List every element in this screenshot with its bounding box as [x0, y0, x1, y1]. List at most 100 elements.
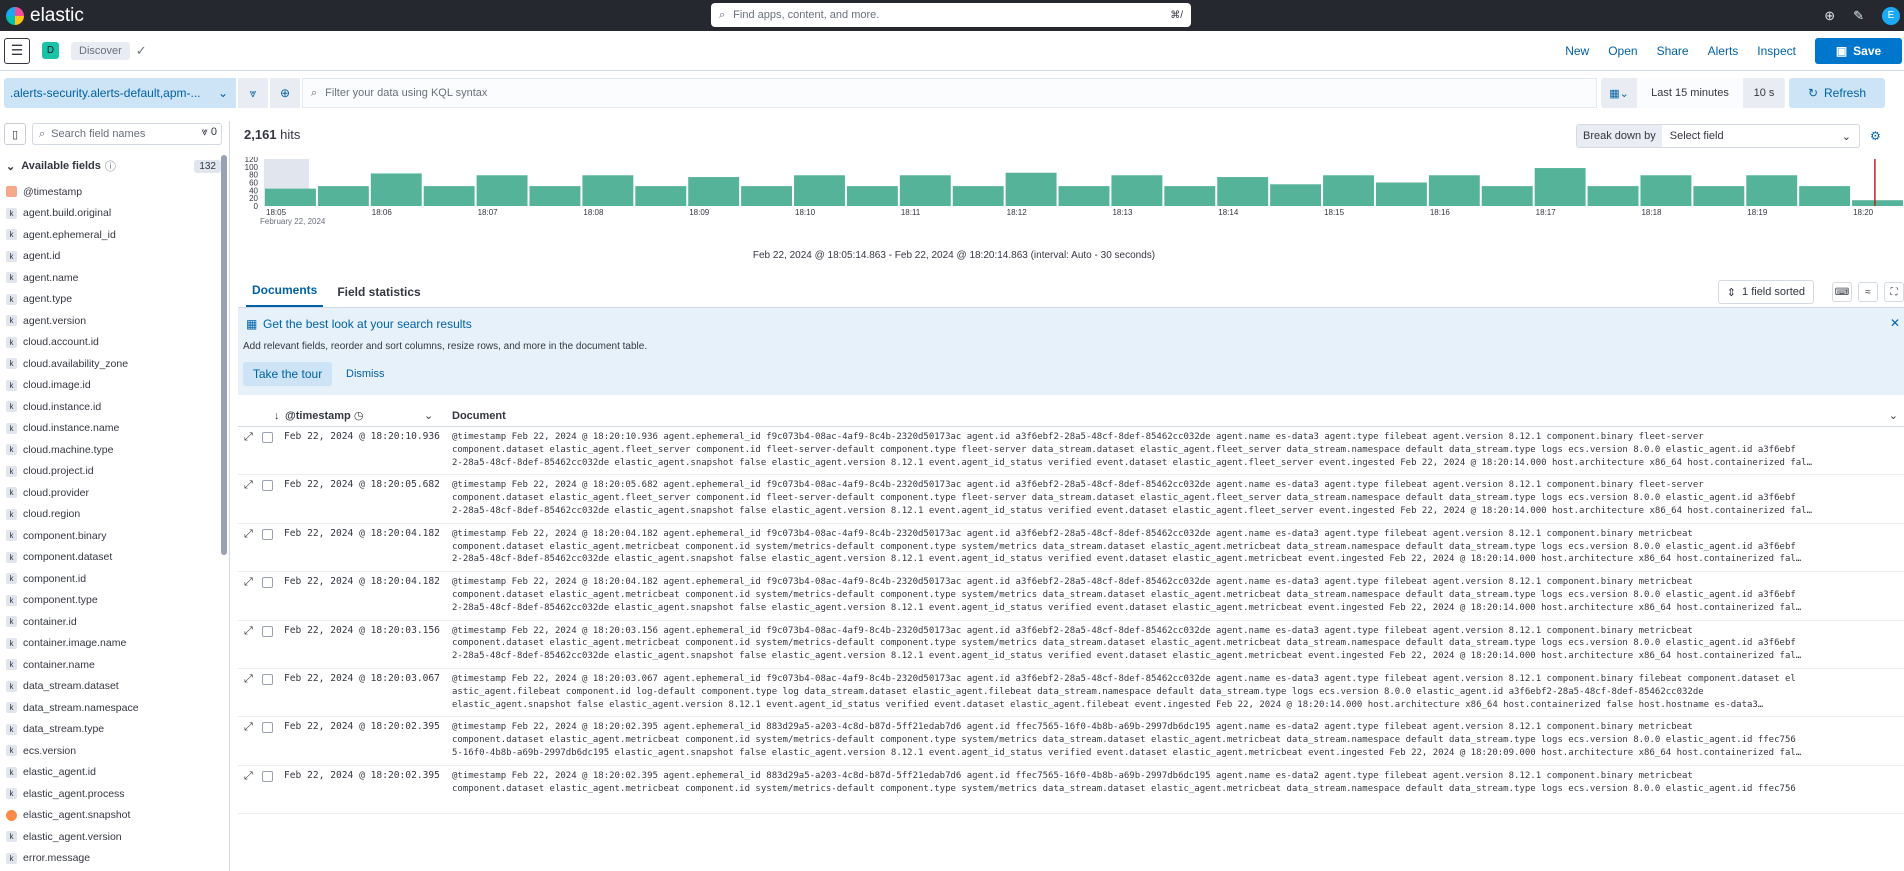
table-row[interactable]: ⤢ Feb 22, 2024 @ 18:20:03.156 @timestamp F…	[238, 621, 1904, 669]
expand-icon[interactable]: ⤢	[244, 528, 253, 541]
histogram-bar[interactable]	[846, 186, 898, 206]
field-item[interactable]: k cloud.machine.type	[0, 439, 229, 461]
histogram-bar[interactable]	[1217, 177, 1269, 206]
field-filter-button[interactable]: ⩔ 0	[202, 126, 217, 139]
sort-desc-icon[interactable]: ↓	[274, 410, 280, 422]
field-item[interactable]: k data_stream.namespace	[0, 697, 229, 719]
table-row[interactable]: ⤢ Feb 22, 2024 @ 18:20:03.067 @timestamp F…	[238, 669, 1904, 718]
histogram-bar[interactable]	[741, 186, 793, 206]
inspect-link[interactable]: Inspect	[1757, 44, 1796, 58]
user-avatar[interactable]: E	[1882, 6, 1900, 25]
histogram-bar[interactable]	[476, 175, 528, 206]
column-header-document[interactable]: Document	[452, 410, 506, 422]
field-item[interactable]: k cloud.project.id	[0, 461, 229, 483]
histogram-bar[interactable]	[582, 175, 634, 206]
field-item[interactable]: k cloud.availability_zone	[0, 353, 229, 375]
elastic-logo[interactable]: elastic	[6, 5, 84, 27]
menu-toggle-button[interactable]: ☰	[4, 37, 30, 64]
sort-fields-button[interactable]: ⇕ 1 field sorted	[1717, 280, 1814, 304]
histogram-bar[interactable]	[317, 186, 369, 206]
chevron-down-icon[interactable]: ⌄	[1889, 409, 1898, 422]
time-picker[interactable]: ▦⌄ Last 15 minutes 10 s	[1601, 78, 1785, 108]
expand-icon[interactable]: ⤢	[244, 625, 253, 638]
histogram-bar[interactable]	[370, 173, 422, 206]
field-item[interactable]: k data_stream.dataset	[0, 676, 229, 698]
space-avatar[interactable]: D	[42, 42, 59, 59]
alerts-link[interactable]: Alerts	[1708, 44, 1739, 58]
histogram-bar[interactable]	[1693, 186, 1745, 206]
tab-documents[interactable]: Documents	[246, 283, 324, 307]
table-row[interactable]: ⤢ Feb 22, 2024 @ 18:20:02.395 @timestamp F…	[238, 766, 1904, 815]
field-search-input[interactable]: ⌕ Search field names ⩔ 0	[32, 123, 222, 145]
calendar-icon[interactable]: ▦⌄	[1601, 87, 1637, 100]
add-filter-button[interactable]: ⊕	[270, 78, 300, 108]
filter-menu-button[interactable]: ⩔	[238, 78, 268, 108]
refresh-interval[interactable]: 10 s	[1743, 87, 1785, 99]
field-item[interactable]: k cloud.instance.name	[0, 418, 229, 440]
field-item[interactable]: k cloud.instance.id	[0, 396, 229, 418]
row-checkbox[interactable]	[262, 432, 273, 443]
field-item[interactable]: k cloud.region	[0, 504, 229, 526]
field-item[interactable]: k elastic_agent.id	[0, 762, 229, 784]
field-item[interactable]: k elastic_agent.version	[0, 826, 229, 848]
histogram-bar[interactable]	[688, 177, 740, 206]
field-item[interactable]: k cloud.account.id	[0, 332, 229, 354]
histogram-bar[interactable]	[794, 175, 845, 206]
expand-icon[interactable]: ⤢	[244, 770, 253, 783]
row-checkbox[interactable]	[262, 770, 273, 782]
sidebar-collapse-button[interactable]: ▯	[4, 123, 26, 145]
row-checkbox[interactable]	[262, 577, 273, 589]
sidebar-scrollbar[interactable]	[221, 155, 227, 555]
field-item[interactable]: k component.id	[0, 568, 229, 590]
save-button[interactable]: ▣ Save	[1815, 38, 1902, 64]
histogram-bar[interactable]	[1164, 186, 1216, 206]
field-item[interactable]: k ecs.version	[0, 740, 229, 762]
histogram-bar[interactable]	[529, 186, 581, 206]
field-item[interactable]: k cloud.image.id	[0, 375, 229, 397]
field-item[interactable]: k component.binary	[0, 525, 229, 547]
chart-options-icon[interactable]: ⚙	[1870, 129, 1881, 143]
tab-field-statistics[interactable]: Field statistics	[331, 285, 426, 307]
help-icon[interactable]: ⊕	[1824, 8, 1835, 24]
histogram-bar[interactable]	[1534, 168, 1586, 206]
news-icon[interactable]: ✎	[1853, 8, 1864, 24]
histogram-bar[interactable]	[899, 175, 951, 206]
field-item[interactable]: k data_stream.type	[0, 719, 229, 741]
row-checkbox[interactable]	[262, 480, 273, 492]
data-view-picker[interactable]: .alerts-security.alerts-default,apm-... …	[4, 78, 236, 108]
field-item[interactable]: k elastic_agent.process	[0, 783, 229, 805]
field-item[interactable]: k container.image.name	[0, 633, 229, 655]
refresh-button[interactable]: ↻ Refresh	[1789, 78, 1885, 108]
expand-icon[interactable]: ⤢	[244, 673, 253, 686]
share-link[interactable]: Share	[1657, 44, 1689, 58]
histogram-bar[interactable]	[635, 186, 687, 206]
row-checkbox[interactable]	[262, 722, 273, 734]
field-item[interactable]: @timestamp	[0, 181, 229, 203]
field-item[interactable]: k agent.type	[0, 289, 229, 311]
display-settings-icon[interactable]: ≈	[1858, 282, 1878, 302]
table-row[interactable]: ⤢ Feb 22, 2024 @ 18:20:05.682 @timestamp F…	[238, 475, 1904, 524]
field-item[interactable]: k agent.ephemeral_id	[0, 224, 229, 246]
histogram-bar[interactable]	[1058, 186, 1110, 206]
histogram-bar[interactable]	[265, 188, 316, 206]
histogram-bar[interactable]	[1587, 186, 1639, 206]
field-item[interactable]: k agent.name	[0, 267, 229, 289]
new-link[interactable]: New	[1565, 44, 1589, 58]
field-item[interactable]: k agent.id	[0, 246, 229, 268]
field-item[interactable]: elastic_agent.snapshot	[0, 805, 229, 827]
expand-icon[interactable]: ⤢	[244, 721, 253, 734]
histogram-bar[interactable]	[1481, 186, 1533, 206]
field-item[interactable]: k component.dataset	[0, 547, 229, 569]
keyboard-icon[interactable]: ⌨	[1832, 282, 1852, 302]
field-item[interactable]: k agent.build.original	[0, 203, 229, 225]
field-item[interactable]: k component.type	[0, 590, 229, 612]
histogram-bar[interactable]	[1270, 184, 1322, 206]
available-fields-header[interactable]: ⌄ Available fields ⓘ 132	[0, 155, 229, 177]
time-range-label[interactable]: Last 15 minutes	[1637, 78, 1743, 108]
take-tour-button[interactable]: Take the tour	[243, 362, 332, 386]
histogram-bar[interactable]	[1640, 175, 1692, 206]
histogram-bar[interactable]	[1852, 200, 1903, 206]
histogram-bar[interactable]	[1323, 175, 1374, 206]
histogram-bar[interactable]	[1111, 175, 1163, 206]
field-item[interactable]: k container.id	[0, 611, 229, 633]
